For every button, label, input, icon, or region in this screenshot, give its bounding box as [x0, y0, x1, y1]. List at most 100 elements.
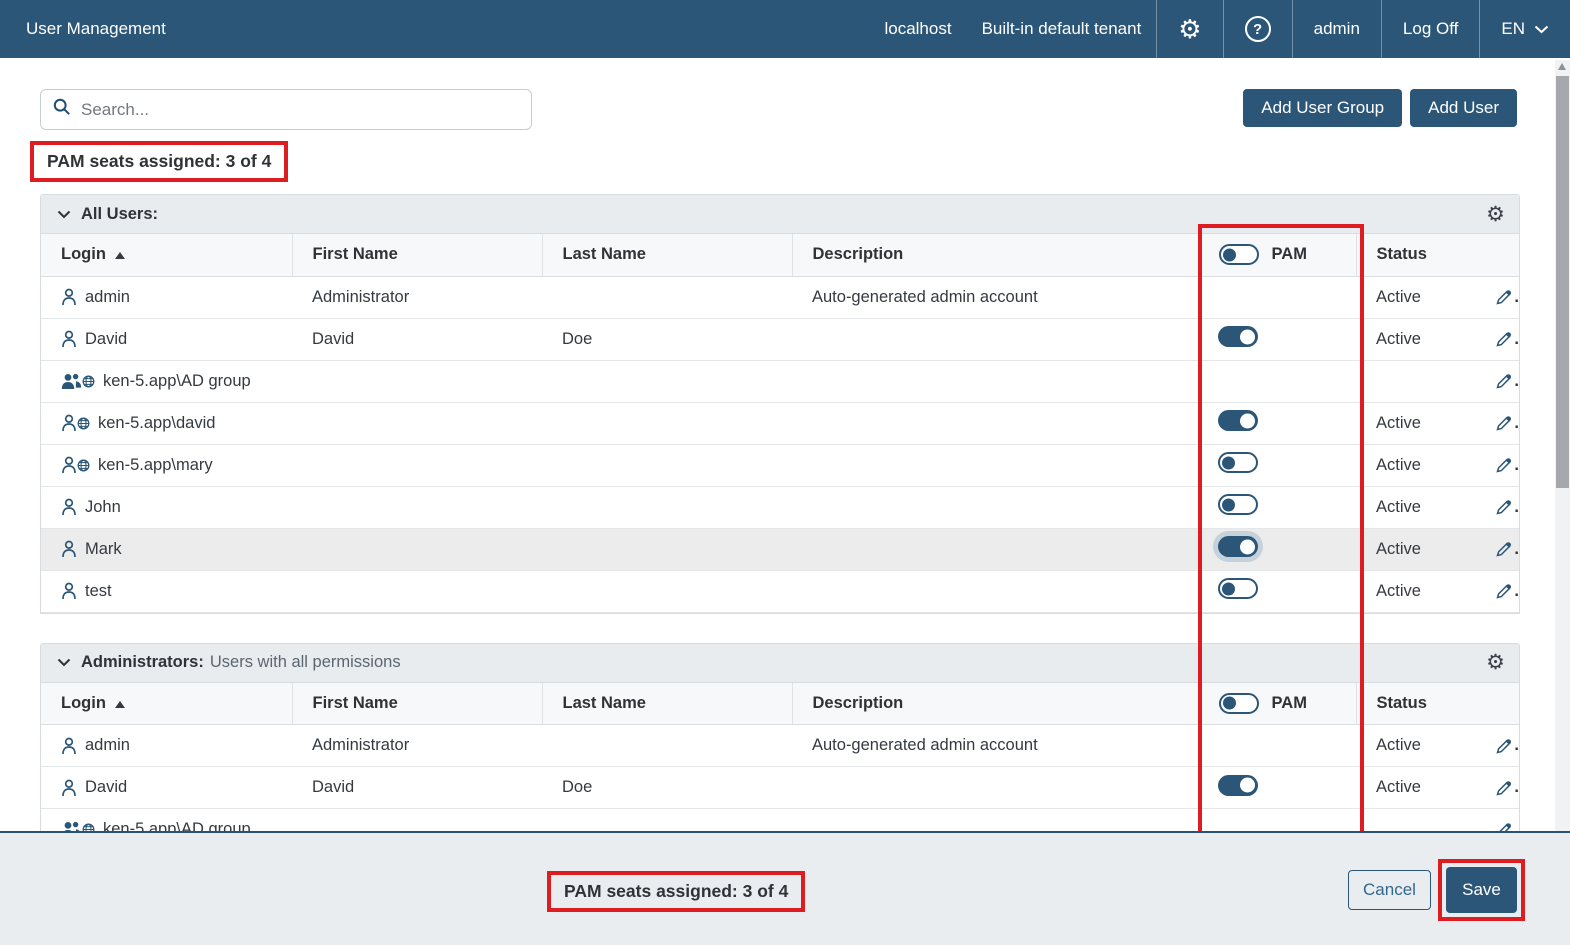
- search-box[interactable]: [40, 89, 532, 130]
- user-row[interactable]: adminAdministratorAuto-generated admin a…: [41, 276, 1519, 318]
- all-users-table: Login First Name Last Name Description P…: [41, 234, 1519, 613]
- edit-icon[interactable]: [1495, 498, 1513, 516]
- clipped-more-actions: .: [1514, 540, 1519, 559]
- pam-cell: [1198, 528, 1356, 570]
- last-name-cell: [542, 276, 792, 318]
- pam-seats-top-label: PAM seats assigned: 3 of 4: [30, 141, 288, 182]
- first-name-cell: [292, 809, 542, 832]
- clipped-more-actions: .: [1514, 778, 1519, 797]
- current-user-menu[interactable]: admin: [1292, 0, 1381, 58]
- column-settings-gear-icon[interactable]: ⚙: [1486, 204, 1505, 225]
- login-label: David: [85, 778, 127, 797]
- pam-column-toggle[interactable]: [1219, 244, 1259, 265]
- pam-toggle[interactable]: [1218, 775, 1258, 796]
- first-name-cell: [292, 528, 542, 570]
- first-name-cell: Administrator: [292, 725, 542, 767]
- clipped-more-actions: .: [1514, 498, 1519, 517]
- status-label: Active: [1376, 330, 1421, 349]
- user-row[interactable]: MarkActive.: [41, 528, 1519, 570]
- help-icon: ?: [1245, 16, 1271, 42]
- first-name-cell: [292, 486, 542, 528]
- user-row[interactable]: adminAdministratorAuto-generated admin a…: [41, 725, 1519, 767]
- user-row[interactable]: ken-5.app\AD group.: [41, 809, 1519, 832]
- status-label: Active: [1376, 498, 1421, 517]
- edit-icon[interactable]: [1495, 821, 1513, 832]
- add-user-button[interactable]: Add User: [1410, 89, 1517, 127]
- column-header-description[interactable]: Description: [792, 234, 1198, 276]
- edit-icon[interactable]: [1495, 737, 1513, 755]
- cancel-button[interactable]: Cancel: [1348, 870, 1431, 910]
- pam-seats-bottom-label: PAM seats assigned: 3 of 4: [547, 871, 805, 912]
- user-icon: [61, 540, 77, 558]
- globe-icon: [82, 823, 95, 831]
- chevron-down-icon: [1534, 25, 1549, 34]
- column-header-last-name[interactable]: Last Name: [542, 683, 792, 725]
- pam-column-toggle[interactable]: [1219, 693, 1259, 714]
- language-selector[interactable]: EN: [1479, 0, 1570, 58]
- column-header-login[interactable]: Login: [41, 683, 292, 725]
- login-label: test: [85, 582, 112, 601]
- column-settings-gear-icon[interactable]: ⚙: [1486, 652, 1505, 673]
- sort-ascending-icon: [115, 701, 125, 708]
- pam-toggle[interactable]: [1218, 536, 1258, 557]
- column-header-pam: PAM: [1198, 683, 1356, 725]
- log-off-button[interactable]: Log Off: [1381, 0, 1479, 58]
- last-name-cell: [542, 444, 792, 486]
- clipped-more-actions: .: [1514, 414, 1519, 433]
- pam-toggle[interactable]: [1218, 326, 1258, 347]
- edit-icon[interactable]: [1495, 456, 1513, 474]
- edit-icon[interactable]: [1495, 540, 1513, 558]
- help-button[interactable]: ?: [1223, 0, 1292, 58]
- save-button-annotation-rectangle: Save: [1438, 859, 1525, 921]
- user-icon: [61, 498, 77, 516]
- edit-icon[interactable]: [1495, 582, 1513, 600]
- edit-icon[interactable]: [1495, 330, 1513, 348]
- edit-icon[interactable]: [1495, 779, 1513, 797]
- user-row[interactable]: ken-5.app\maryActive.: [41, 444, 1519, 486]
- save-button[interactable]: Save: [1446, 867, 1517, 913]
- section-title: Administrators:: [81, 653, 204, 672]
- pam-toggle[interactable]: [1218, 410, 1258, 431]
- column-header-status[interactable]: Status: [1356, 234, 1519, 276]
- last-name-cell: [542, 528, 792, 570]
- pam-toggle[interactable]: [1218, 494, 1258, 515]
- edit-icon[interactable]: [1495, 372, 1513, 390]
- all-users-section-header[interactable]: All Users: ⚙: [41, 195, 1519, 234]
- pam-toggle[interactable]: [1218, 578, 1258, 599]
- pam-cell: [1198, 725, 1356, 767]
- description-cell: [792, 528, 1198, 570]
- user-row[interactable]: JohnActive.: [41, 486, 1519, 528]
- search-input[interactable]: [81, 100, 519, 120]
- administrators-table: Login First Name Last Name Description P…: [41, 683, 1519, 832]
- administrators-section-header[interactable]: Administrators: Users with all permissio…: [41, 644, 1519, 683]
- column-header-first-name[interactable]: First Name: [292, 683, 542, 725]
- table-header-row: Login First Name Last Name Description P…: [41, 683, 1519, 725]
- column-header-first-name[interactable]: First Name: [292, 234, 542, 276]
- add-user-group-button[interactable]: Add User Group: [1243, 89, 1402, 127]
- user-row[interactable]: DavidDavidDoeActive.: [41, 318, 1519, 360]
- column-header-status[interactable]: Status: [1356, 683, 1519, 725]
- login-label: ken-5.app\AD group: [103, 820, 251, 831]
- column-header-last-name[interactable]: Last Name: [542, 234, 792, 276]
- column-header-pam: PAM: [1198, 234, 1356, 276]
- scroll-up-arrow-icon[interactable]: [1558, 63, 1566, 70]
- user-row[interactable]: testActive.: [41, 570, 1519, 612]
- user-row[interactable]: ken-5.app\AD group.: [41, 360, 1519, 402]
- pam-toggle[interactable]: [1218, 452, 1258, 473]
- sort-ascending-icon: [115, 252, 125, 259]
- edit-icon[interactable]: [1495, 288, 1513, 306]
- clipped-more-actions: .: [1514, 456, 1519, 475]
- edit-icon[interactable]: [1495, 414, 1513, 432]
- column-header-description[interactable]: Description: [792, 683, 1198, 725]
- vertical-scrollbar[interactable]: [1555, 60, 1570, 831]
- settings-button[interactable]: ⚙: [1156, 0, 1222, 58]
- gear-icon: ⚙: [1178, 16, 1201, 42]
- clipped-more-actions: .: [1514, 372, 1519, 391]
- scrollbar-thumb[interactable]: [1556, 76, 1569, 488]
- user-row[interactable]: ken-5.app\davidActive.: [41, 402, 1519, 444]
- description-cell: [792, 402, 1198, 444]
- clipped-more-actions: .: [1514, 288, 1519, 307]
- column-header-login[interactable]: Login: [41, 234, 292, 276]
- pam-cell: [1198, 767, 1356, 809]
- user-row[interactable]: DavidDavidDoeActive.: [41, 767, 1519, 809]
